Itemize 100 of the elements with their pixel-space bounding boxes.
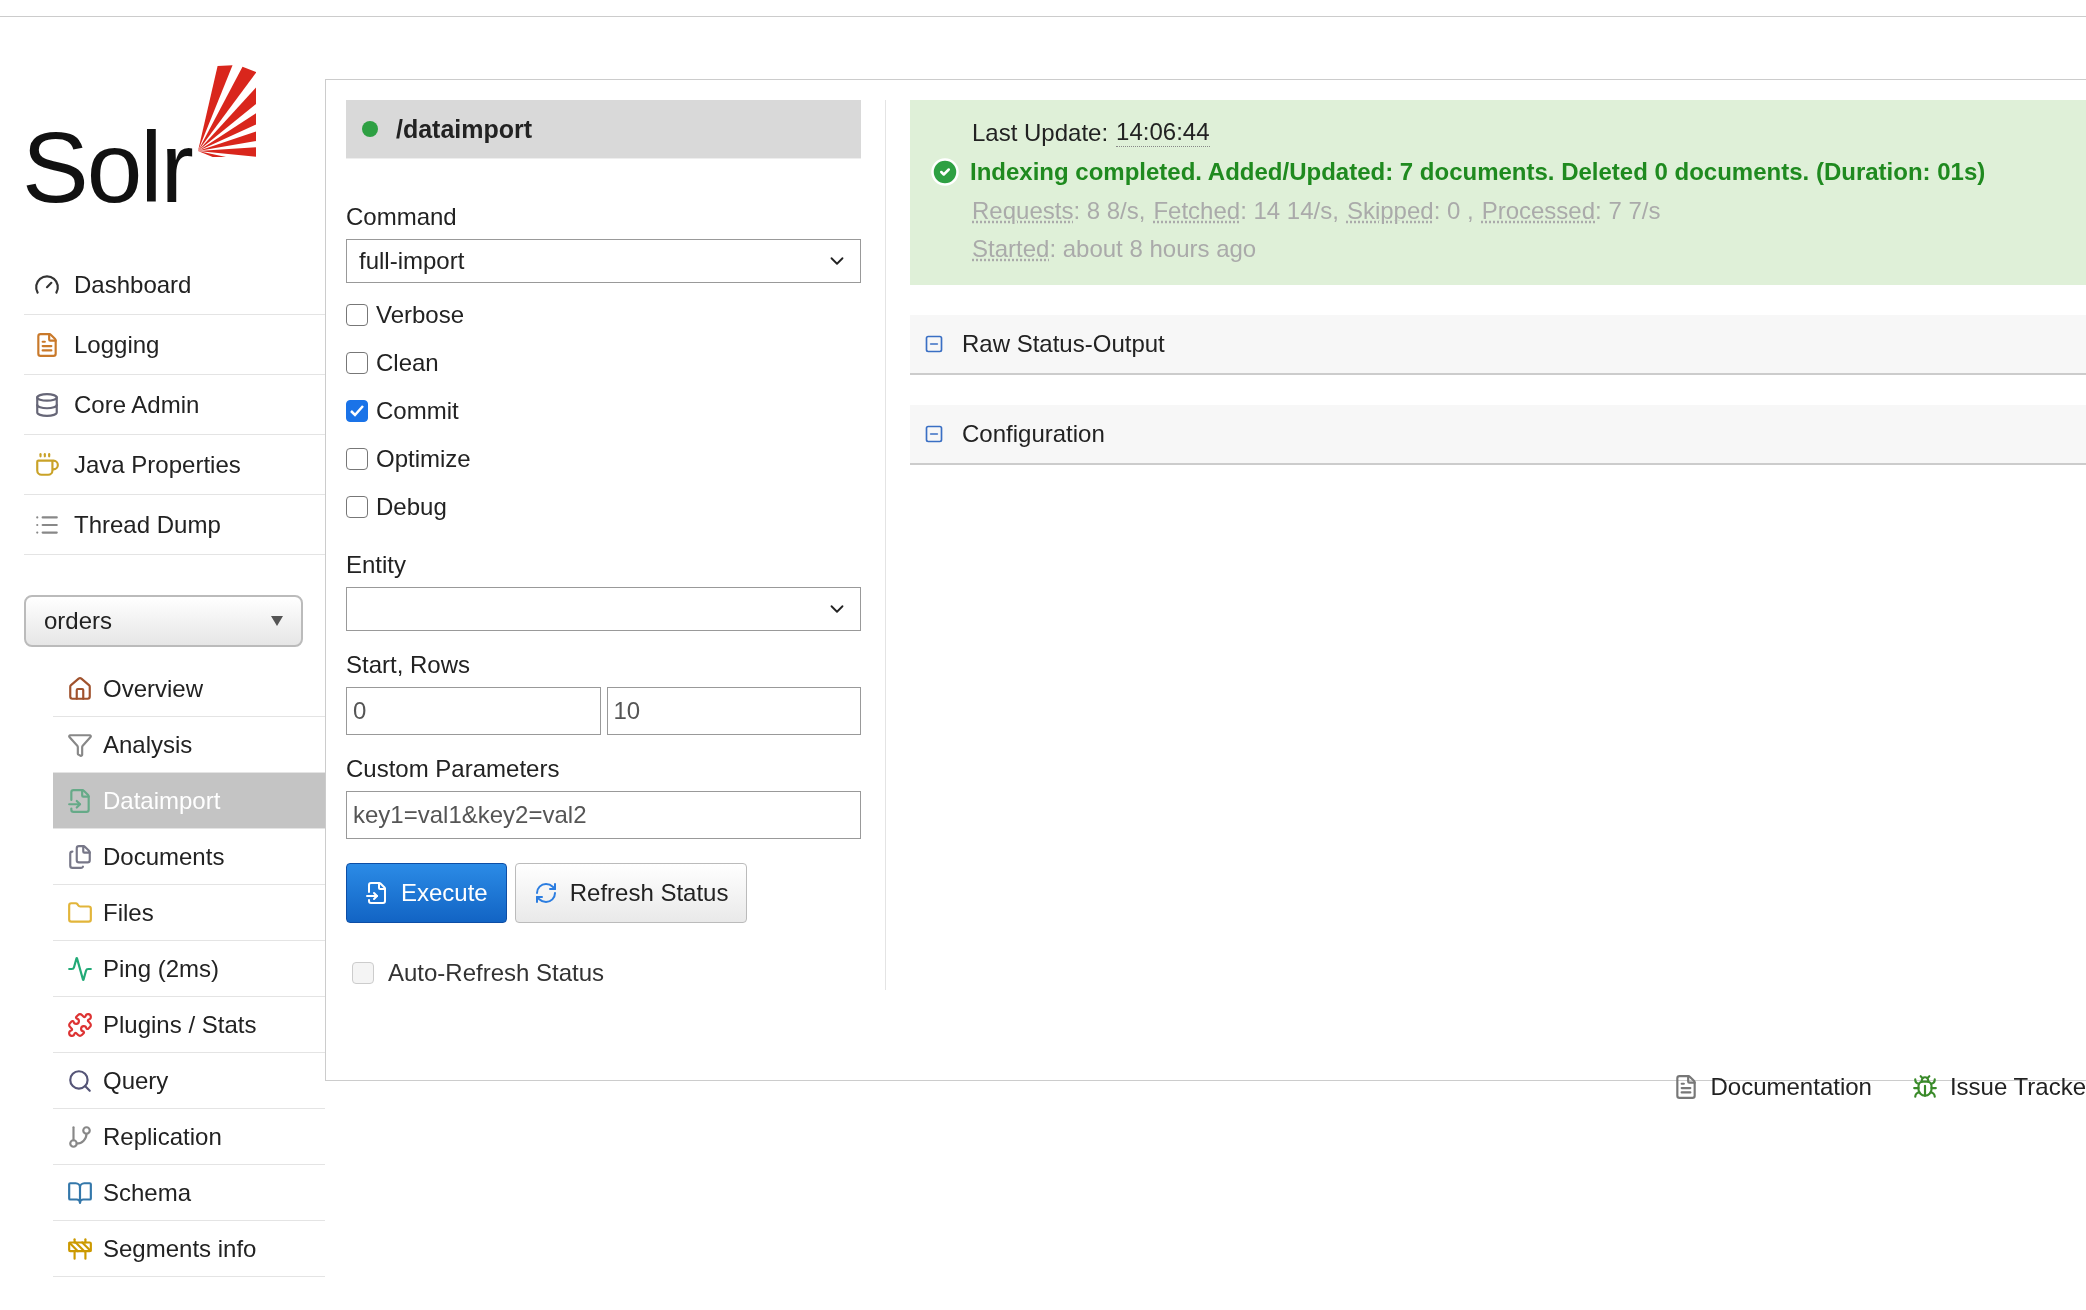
branch-icon <box>67 1123 93 1150</box>
nav-label: Core Admin <box>74 390 200 419</box>
checkbox[interactable] <box>346 352 368 374</box>
menu-label: Documents <box>103 842 225 871</box>
files-icon <box>67 843 93 870</box>
nav-item[interactable]: Logging <box>24 315 325 375</box>
option-checkbox[interactable]: Commit <box>346 387 861 435</box>
last-update-time: 14:06:44 <box>1116 118 1210 147</box>
checkbox-label: Debug <box>376 493 447 521</box>
nav-label: Dashboard <box>74 270 192 299</box>
nav-item[interactable]: Thread Dump <box>24 495 325 555</box>
status-message: Indexing completed. Added/Updated: 7 documents. Deleted 0 documents. (Duration: 01s) <box>970 158 1986 186</box>
checkbox[interactable] <box>346 304 368 326</box>
menu-label: Replication <box>103 1122 222 1151</box>
menu-label: Dataimport <box>103 786 221 815</box>
core-menu-item[interactable]: Ping (2ms) <box>53 941 325 997</box>
menu-label: Analysis <box>103 730 193 759</box>
core-menu-item[interactable]: Query <box>53 1053 325 1109</box>
checkbox[interactable] <box>346 496 368 518</box>
checkbox[interactable] <box>352 962 374 984</box>
menu-label: Schema <box>103 1178 192 1207</box>
pulse-icon <box>67 955 93 982</box>
nav-item[interactable]: Java Properties <box>24 435 325 495</box>
entity-select[interactable] <box>346 587 861 631</box>
section-title: Configuration <box>962 420 1105 448</box>
field-label: Entity <box>346 551 408 579</box>
nav-label: Thread Dump <box>74 510 221 539</box>
nav-item[interactable]: Dashboard <box>24 255 325 315</box>
menu-label: Plugins / Stats <box>103 1010 257 1039</box>
collapse-icon <box>924 424 944 444</box>
started-text: Started: about 8 hours ago <box>972 235 1257 263</box>
barrier-icon <box>67 1235 93 1262</box>
last-update-label: Last Update: <box>972 118 1109 147</box>
logo-text: Solr <box>22 117 192 217</box>
coffee-icon <box>34 451 60 478</box>
core-menu-item[interactable]: Files <box>53 885 325 941</box>
status-dot <box>362 121 378 137</box>
check-icon <box>350 405 364 417</box>
start-field[interactable]: 0 <box>346 687 601 735</box>
refresh-button[interactable]: Refresh Status <box>514 863 748 923</box>
bug-icon <box>1911 1074 1938 1100</box>
menu-label: Ping (2ms) <box>103 954 220 983</box>
section-header[interactable]: Configuration <box>910 405 2086 465</box>
core-menu-item[interactable]: Plugins / Stats <box>53 997 325 1053</box>
checkbox-label: Optimize <box>376 445 471 473</box>
checkbox-label: Verbose <box>376 301 465 329</box>
stat-text: Processed: 7 7/s <box>1481 197 1661 225</box>
handler-title: /dataimport <box>396 114 533 144</box>
section-header[interactable]: Raw Status-Output <box>910 315 2086 375</box>
document-icon <box>34 331 60 358</box>
caret-icon <box>271 616 283 626</box>
core-menu-item[interactable]: Documents <box>53 829 325 885</box>
option-checkbox[interactable]: Verbose <box>346 291 861 339</box>
footer-link[interactable]: Documentation <box>1672 1073 1872 1101</box>
footer-link[interactable]: Issue Tracke <box>1911 1073 2086 1101</box>
checkbox-label: Clean <box>376 349 439 377</box>
puzzle-icon <box>67 1011 93 1038</box>
checkbox[interactable] <box>346 448 368 470</box>
core-selector[interactable]: orders <box>24 595 303 647</box>
field-label: Start, Rows <box>346 651 472 679</box>
rows-field[interactable]: 10 <box>606 687 861 735</box>
field-label: Command <box>346 203 458 231</box>
check-circle-icon <box>930 157 960 187</box>
command-select[interactable]: full-import <box>346 239 861 283</box>
section-title: Raw Status-Output <box>962 330 1165 358</box>
menu-label: Segments info <box>103 1234 257 1263</box>
menu-label: Files <box>103 898 154 927</box>
refresh-icon <box>533 881 558 905</box>
database-icon <box>34 391 60 418</box>
stat-text: Fetched: 14 14/s, <box>1153 197 1339 225</box>
stat-text: Requests: 8 8/s, <box>972 197 1146 225</box>
checkbox-label: Auto-Refresh Status <box>388 959 605 987</box>
search-icon <box>67 1067 93 1094</box>
execute-button[interactable]: Execute <box>346 863 507 923</box>
nav-item[interactable]: Core Admin <box>24 375 325 435</box>
core-menu-item[interactable]: Replication <box>53 1109 325 1165</box>
folder-icon <box>67 899 93 926</box>
nav-label: Logging <box>74 330 160 359</box>
stat-text: Skipped: 0 , <box>1346 197 1474 225</box>
field-label: Custom Parameters <box>346 755 561 783</box>
core-menu-item[interactable]: Overview <box>53 661 325 717</box>
checkbox-label: Commit <box>376 397 459 425</box>
core-name: orders <box>44 607 113 635</box>
core-menu-item[interactable]: Segments info <box>53 1221 325 1277</box>
auto-refresh-option[interactable]: Auto-Refresh Status <box>346 959 861 987</box>
menu-label: Overview <box>103 674 204 703</box>
house-icon <box>67 675 93 702</box>
book-icon <box>67 1179 93 1206</box>
custom-parameters-field[interactable]: key1=val1&key2=val2 <box>346 791 861 839</box>
funnel-icon <box>67 731 93 758</box>
collapse-icon <box>924 334 944 354</box>
option-checkbox[interactable]: Debug <box>346 483 861 531</box>
nav-label: Java Properties <box>74 450 241 479</box>
option-checkbox[interactable]: Clean <box>346 339 861 387</box>
checkbox[interactable] <box>346 400 368 422</box>
file-input-icon <box>365 881 389 905</box>
file-input-icon <box>67 787 93 814</box>
core-menu-item[interactable]: Schema <box>53 1165 325 1221</box>
select-value: full-import <box>359 247 465 275</box>
option-checkbox[interactable]: Optimize <box>346 435 861 483</box>
